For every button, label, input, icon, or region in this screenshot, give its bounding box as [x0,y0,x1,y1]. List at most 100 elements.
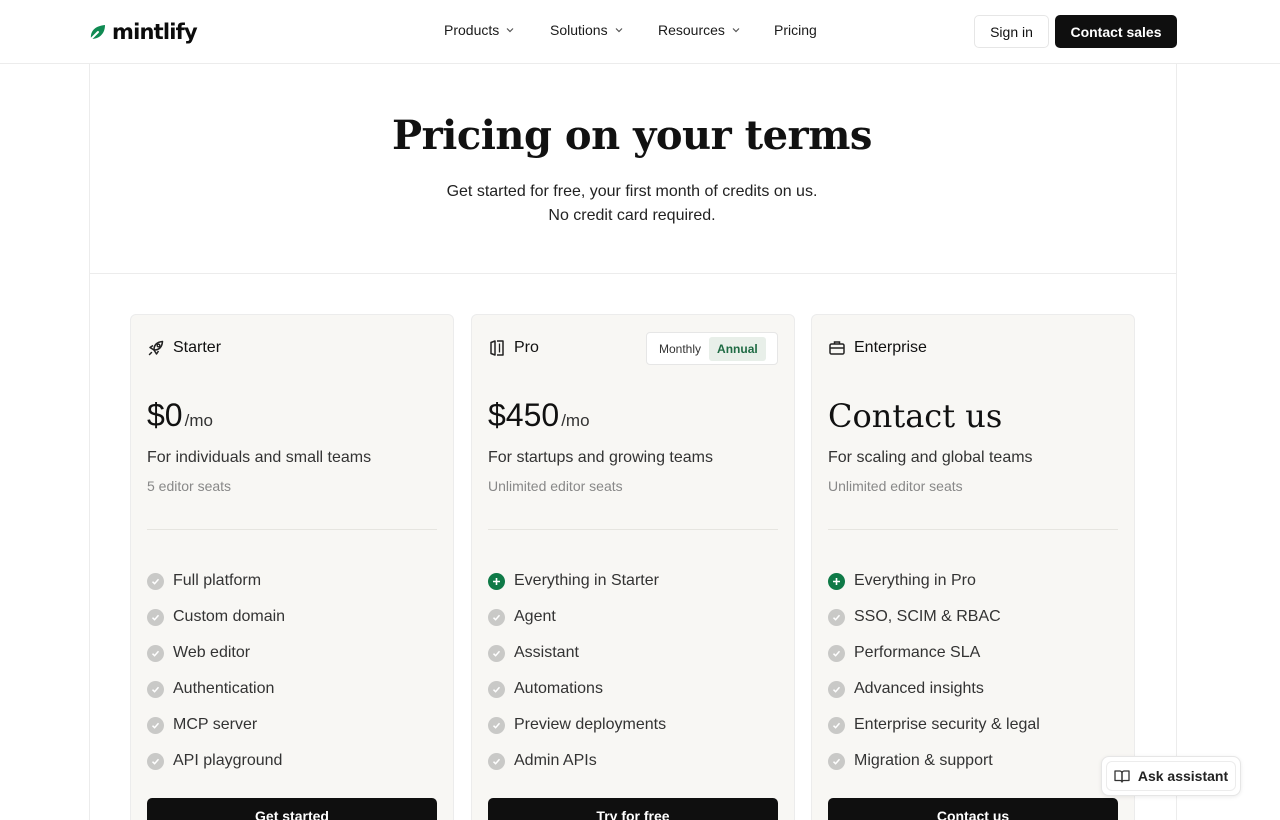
plan-tagline: For scaling and global teams [828,449,1033,466]
billing-option-annual[interactable]: Annual [709,336,766,361]
nav-pricing[interactable]: Pricing [774,22,817,38]
feature-item: Performance SLA [828,635,1040,671]
price-amount: $0 [147,397,183,433]
logo-text: mintlify [112,20,198,44]
feature-list: Everything in Pro SSO, SCIM & RBAC Perfo… [828,563,1040,779]
feature-item: Everything in Starter [488,563,666,599]
check-circle-icon [828,752,845,770]
check-circle-icon [828,680,845,698]
plan-price: $0 /mo [147,397,213,434]
feature-item: SSO, SCIM & RBAC [828,599,1040,635]
feature-list: Everything in Starter Agent Assistant Au… [488,563,666,779]
contact-us-button[interactable]: Contact us [828,798,1118,820]
feature-label: Custom domain [173,608,286,625]
plan-seats: Unlimited editor seats [828,478,963,494]
feature-label: Performance SLA [854,644,981,661]
feature-item: Authentication [147,671,285,707]
feature-label: Migration & support [854,752,993,769]
site-header: mintlify Products Solutions Resources Pr… [0,0,1280,64]
check-circle-icon [828,608,845,626]
chevron-down-icon [615,28,623,33]
ask-assistant-button[interactable]: Ask assistant [1101,756,1241,796]
feature-item: Everything in Pro [828,563,1040,599]
check-circle-icon [147,608,164,626]
check-circle-icon [147,572,164,590]
rocket-icon [148,340,164,356]
plan-card-enterprise: Enterprise Contact us For scaling and gl… [811,314,1135,820]
feature-item: Assistant [488,635,666,671]
card-divider [828,529,1118,530]
plus-circle-icon [828,572,845,590]
nav-resources-label: Resources [658,22,725,38]
feature-item: Admin APIs [488,743,666,779]
plan-price: Contact us [828,397,1002,435]
feature-item: API playground [147,743,285,779]
feature-label: Authentication [173,680,275,697]
plus-circle-icon [488,572,505,590]
check-circle-icon [828,716,845,734]
plan-price: $450 /mo [488,397,590,434]
card-divider [488,529,778,530]
nav-solutions[interactable]: Solutions [550,22,658,38]
try-for-free-button[interactable]: Try for free [488,798,778,820]
logo[interactable]: mintlify [88,20,198,44]
hero-divider [89,273,1177,274]
check-circle-icon [828,644,845,662]
check-circle-icon [147,716,164,734]
feature-item: Automations [488,671,666,707]
check-circle-icon [147,752,164,770]
ask-assistant-inner-border [1106,761,1236,791]
feature-item: Custom domain [147,599,285,635]
price-unit: /mo [184,411,213,430]
feature-item: Preview deployments [488,707,666,743]
hero-subtitle-line1: Get started for free, your first month o… [446,183,818,200]
feature-item: Enterprise security & legal [828,707,1040,743]
feature-list: Full platform Custom domain Web editor A… [147,563,285,779]
hero-subtitle: Get started for free, your first month o… [0,180,1264,228]
get-started-button[interactable]: Get started [147,798,437,820]
plan-header: Pro [488,339,539,357]
columns-icon [490,340,504,356]
price-unit: /mo [561,411,590,430]
check-circle-icon [488,752,505,770]
check-circle-icon [488,680,505,698]
feature-label: Preview deployments [514,716,667,733]
plan-tagline: For startups and growing teams [488,449,713,466]
feature-item: Web editor [147,635,285,671]
feature-item: Advanced insights [828,671,1040,707]
page-title: Pricing on your terms [392,112,872,159]
check-circle-icon [488,644,505,662]
feature-label: Full platform [173,572,262,589]
plan-header: Starter [147,339,221,357]
feature-label: Everything in Starter [514,572,659,589]
feature-label: Web editor [173,644,251,661]
feature-label: Assistant [514,644,579,661]
nav-resources[interactable]: Resources [658,22,774,38]
plan-seats: 5 editor seats [147,478,232,494]
plan-name: Pro [514,339,539,356]
check-circle-icon [488,608,505,626]
frame-line-right [1176,64,1177,820]
feature-label: Everything in Pro [854,572,976,589]
contact-sales-button[interactable]: Contact sales [1055,15,1177,48]
feature-label: SSO, SCIM & RBAC [854,608,1001,625]
plan-name: Enterprise [854,339,927,356]
feature-label: Enterprise security & legal [854,716,1040,733]
price-amount: Contact us [828,397,1003,435]
chevron-down-icon [506,28,514,33]
plan-card-pro: Pro Monthly Annual $450 /mo For startups… [471,314,795,820]
hero-subtitle-line2: No credit card required. [548,207,716,224]
price-amount: $450 [488,397,560,433]
feature-item: Migration & support [828,743,1040,779]
billing-option-monthly[interactable]: Monthly [651,337,709,361]
nav-solutions-label: Solutions [550,22,608,38]
sign-in-button[interactable]: Sign in [974,15,1049,48]
feature-label: MCP server [173,716,258,733]
feature-item: MCP server [147,707,285,743]
billing-toggle[interactable]: Monthly Annual [646,332,778,365]
feature-label: Advanced insights [854,680,984,697]
feature-label: Agent [514,608,556,625]
feature-label: Admin APIs [514,752,597,769]
chevron-down-icon [732,28,740,33]
nav-products[interactable]: Products [444,22,550,38]
